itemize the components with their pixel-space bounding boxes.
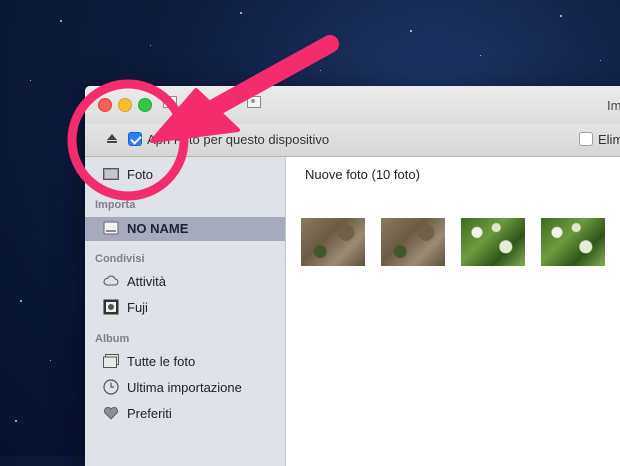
annotation-overlay	[67, 35, 339, 201]
annotation-arrow	[150, 35, 339, 143]
